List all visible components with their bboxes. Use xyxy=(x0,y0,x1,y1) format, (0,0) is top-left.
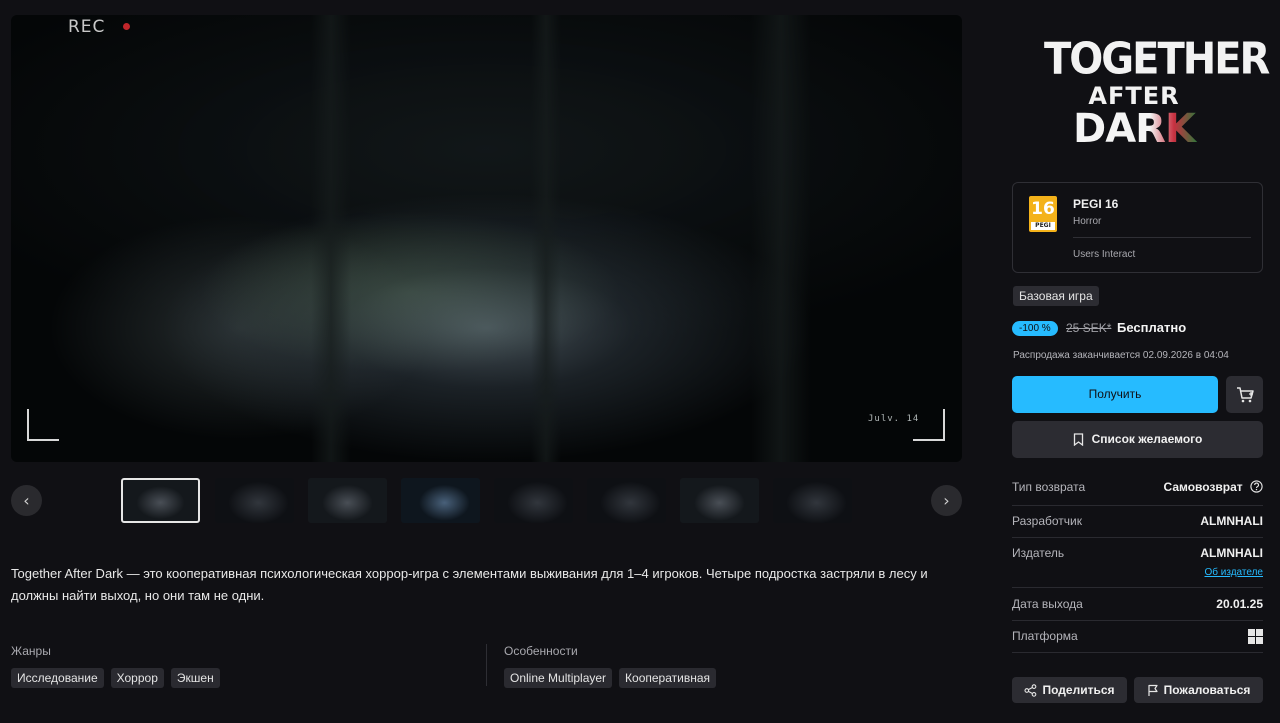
gallery-next-button[interactable]: › xyxy=(931,485,962,516)
rating-extra: Users Interact xyxy=(1073,249,1136,260)
pegi-16-icon: 16 PEGI xyxy=(1029,196,1057,232)
divider xyxy=(1073,237,1251,238)
game-logo: TOGETHER AFTER DARK xyxy=(1040,30,1270,158)
windows-icon xyxy=(1248,629,1263,644)
wishlist-label: Список желаемого xyxy=(1091,432,1203,446)
refund-label: Тип возврата xyxy=(1012,480,1086,494)
genre-tag[interactable]: Экшен xyxy=(170,668,220,688)
sale-end-text: Распродажа заканчивается 02.09.2026 в 04… xyxy=(1013,350,1229,361)
pegi-badge-sub: PEGI xyxy=(1031,222,1055,230)
share-icon xyxy=(1024,684,1037,698)
thumbnail[interactable] xyxy=(494,478,573,523)
refund-value: Самовозврат xyxy=(1164,480,1264,494)
features-label: Особенности xyxy=(504,644,578,658)
share-button[interactable]: Поделиться xyxy=(1012,677,1127,703)
thumbnail[interactable] xyxy=(401,478,480,523)
logo-line: TOGETHER xyxy=(1044,33,1270,85)
genre-tag[interactable]: Хоррор xyxy=(110,668,164,688)
genre-tags: Исследование Хоррор Экшен xyxy=(11,668,220,688)
developer-label: Разработчик xyxy=(1012,514,1082,528)
release-value: 20.01.25 xyxy=(1216,597,1263,611)
rating-genre: Horror xyxy=(1073,216,1102,227)
logo-line: DARK xyxy=(1054,106,1214,152)
about-publisher-link[interactable]: Об издателе xyxy=(1204,567,1263,578)
game-description: Together After Dark — это кооперативная … xyxy=(11,566,928,603)
rec-label: REC xyxy=(68,17,106,37)
camera-timestamp: Julv. 14 xyxy=(868,414,920,424)
thumbnail[interactable] xyxy=(121,478,200,523)
thumbnail[interactable] xyxy=(587,478,666,523)
thumbnail[interactable] xyxy=(215,478,294,523)
divider xyxy=(1012,587,1263,588)
add-to-cart-button[interactable] xyxy=(1226,376,1263,413)
report-button[interactable]: Пожаловаться xyxy=(1134,677,1263,703)
divider xyxy=(486,644,487,686)
hero-tree-shadow xyxy=(311,15,351,462)
age-rating-card: 16 PEGI PEGI 16 Horror Users Interact xyxy=(1012,182,1263,273)
rating-title: PEGI 16 xyxy=(1073,197,1119,211)
hero-tree-shadow xyxy=(531,15,561,462)
thumbnail[interactable] xyxy=(308,478,387,523)
chevron-right-icon: › xyxy=(943,491,950,510)
share-label: Поделиться xyxy=(1042,683,1115,697)
discount-badge: -100 % xyxy=(1012,321,1058,336)
help-icon[interactable] xyxy=(1250,480,1263,493)
platform-value xyxy=(1248,629,1263,647)
divider xyxy=(1012,620,1263,621)
genres-label: Жанры xyxy=(11,644,51,658)
hero-tree-shadow xyxy=(751,15,811,462)
publisher-value: ALMNHALI xyxy=(1200,546,1263,560)
bookmark-icon xyxy=(1073,433,1083,447)
release-label: Дата выхода xyxy=(1012,597,1083,611)
divider xyxy=(1012,652,1263,653)
divider xyxy=(1012,505,1263,506)
media-viewer[interactable]: REC Julv. 14 xyxy=(11,15,962,462)
cart-icon xyxy=(1237,387,1254,403)
feature-tag[interactable]: Online Multiplayer xyxy=(504,668,613,688)
base-game-badge: Базовая игра xyxy=(1013,286,1099,306)
feature-tags: Online Multiplayer Кооперативная xyxy=(504,668,717,688)
flag-icon xyxy=(1148,685,1158,697)
platform-label: Платформа xyxy=(1012,629,1078,643)
divider xyxy=(1012,537,1263,538)
pegi-badge-number: 16 xyxy=(1031,199,1055,219)
original-price: 25 SEK* xyxy=(1066,321,1112,335)
genre-tag[interactable]: Исследование xyxy=(11,668,104,688)
thumbnail[interactable] xyxy=(680,478,759,523)
report-label: Пожаловаться xyxy=(1163,683,1251,697)
viewfinder-corner-icon xyxy=(27,409,59,441)
chevron-left-icon: ‹ xyxy=(23,491,30,510)
publisher-label: Издатель xyxy=(1012,546,1065,560)
get-button[interactable]: Получить xyxy=(1012,376,1218,413)
gallery-prev-button[interactable]: ‹ xyxy=(11,485,42,516)
wishlist-button[interactable]: Список желаемого xyxy=(1012,421,1263,458)
rec-dot-icon xyxy=(123,23,130,30)
feature-tag[interactable]: Кооперативная xyxy=(619,668,717,688)
thumbnail[interactable] xyxy=(773,478,852,523)
current-price: Бесплатно xyxy=(1117,320,1187,335)
developer-value: ALMNHALI xyxy=(1200,514,1263,528)
